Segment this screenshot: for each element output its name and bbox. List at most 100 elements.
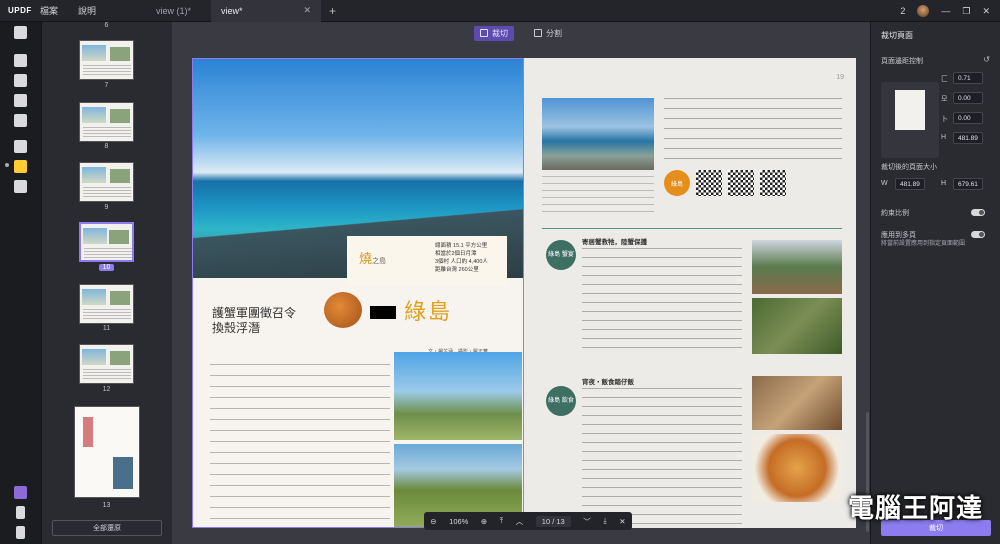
thumb-number: 13 [102, 502, 111, 509]
page-right: 19 綠島 綠島 蟹宴 寄居蟹救牠，陸蟹保護 綠島 飲食 宵夜・飯食踏仔飯 [524, 58, 856, 528]
close-bar-icon[interactable]: ✕ [619, 517, 625, 526]
last-page-icon[interactable]: ⤓ [603, 516, 606, 526]
thumb-text [83, 187, 131, 199]
page-count-badge[interactable]: 2 [900, 6, 905, 16]
reader-icon[interactable] [14, 26, 27, 39]
thumb-image [110, 169, 130, 183]
thumb-image [82, 167, 106, 183]
thumbnail-page-7[interactable] [79, 40, 134, 80]
thumb-image [82, 107, 106, 123]
reset-icon[interactable]: ↺ [983, 55, 990, 64]
section-badge: 綠島 蟹宴 [546, 240, 576, 270]
zoom-in-icon[interactable]: ⊕ [481, 517, 487, 526]
apply-all-label: 應用到多頁 [881, 232, 916, 239]
thumbnail-page-12[interactable] [79, 344, 134, 384]
tab-label: view* [221, 5, 243, 16]
thumb-number: 7 [104, 82, 109, 89]
watermark-logo: 電腦王阿達 [848, 494, 984, 524]
intro-text-block [664, 98, 842, 166]
avatar[interactable] [917, 5, 930, 17]
margin-top-field[interactable]: 0.00 [953, 92, 983, 104]
section-divider [542, 228, 842, 229]
margin-bottom-field[interactable]: 481.89 [953, 132, 983, 144]
title-bar: UPDF 檔案 說明 view (1)* view* ✕ + 2 — ❐ ✕ [0, 0, 1000, 22]
section-text-block [582, 388, 742, 526]
thumb-text [83, 309, 131, 321]
margin-right-field[interactable]: 0.00 [953, 112, 983, 124]
height-field[interactable]: 679.61 [953, 178, 983, 190]
app-window: UPDF 檔案 說明 view (1)* view* ✕ + 2 — ❐ ✕ 6… [0, 0, 1000, 544]
crop-box-handles[interactable] [192, 58, 524, 528]
margin-left-field[interactable]: 0.71 [953, 72, 983, 84]
thumb-image [110, 291, 130, 305]
width-label: W [881, 180, 888, 187]
constrain-ratio-toggle[interactable] [971, 209, 985, 216]
add-tab-button[interactable]: + [321, 4, 344, 18]
reset-all-button[interactable]: 全部還原 [52, 520, 162, 536]
minimize-icon[interactable]: — [941, 6, 950, 16]
maximize-icon[interactable]: ❐ [962, 6, 970, 17]
thumb-text [83, 65, 131, 77]
prev-page-icon[interactable]: ︿ [516, 516, 524, 527]
document-canvas[interactable]: 裁切 分割 燒之島 總面積 15.1 平方公里 相當於2個日月潭 3個村 人口約… [172, 22, 870, 544]
crop-settings-panel: 裁切頁面 頁面邊距控制 ↺ 匚 0.71 모 0.00 卜 0.00 H 481… [870, 22, 1000, 544]
thumb-number: 11 [102, 325, 111, 332]
photo-dish [752, 376, 842, 430]
thumb-image [110, 109, 130, 123]
next-page-icon[interactable]: ﹀ [583, 516, 591, 527]
crop-icon [480, 29, 488, 37]
thumb-image [113, 457, 133, 489]
section-heading: 宵夜・飯食踏仔飯 [582, 379, 634, 386]
thumb-number-label: 10 [98, 264, 115, 271]
split-mode-button[interactable]: 分割 [528, 26, 568, 41]
tool-rail [0, 22, 42, 544]
thumb-number: 12 [102, 386, 111, 393]
thumbnail-page-9[interactable] [79, 162, 134, 202]
photo-people-beach [752, 240, 842, 294]
menu-help[interactable]: 說明 [68, 4, 106, 17]
attachment-icon[interactable] [16, 526, 25, 539]
menu-file[interactable]: 檔案 [30, 4, 68, 17]
zoom-bar: ⊖ 106% ⊕ ⤒ ︿ 10 / 13 ﹀ ⤓ ✕ [424, 512, 632, 530]
crop-tool-icon[interactable] [14, 160, 27, 173]
edit-icon[interactable] [14, 74, 27, 87]
size-section-label: 裁切後的頁面大小 [881, 164, 937, 171]
constrain-ratio-label: 約束比例 [881, 210, 909, 217]
first-page-icon[interactable]: ⤒ [500, 516, 503, 526]
section-heading: 寄居蟹救牠，陸蟹保護 [582, 239, 647, 246]
organize-icon[interactable] [14, 140, 27, 153]
preview-page [895, 90, 925, 130]
tab-view[interactable]: view* ✕ [211, 0, 322, 22]
bookmark-icon[interactable] [16, 506, 25, 519]
pages-icon[interactable] [14, 180, 27, 193]
form-icon[interactable] [14, 94, 27, 107]
tab-view-1[interactable]: view (1)* [146, 0, 201, 22]
thumb-image [109, 230, 129, 244]
close-window-icon[interactable]: ✕ [982, 6, 990, 17]
section-text-block [582, 248, 742, 356]
indicator-dot [5, 163, 9, 167]
page-indicator[interactable]: 10 / 13 [535, 515, 571, 527]
thumbnail-page-13[interactable] [74, 406, 140, 498]
crop-mode-label: 裁切 [492, 28, 508, 38]
margin-top-icon: 모 [941, 96, 948, 103]
zoom-level[interactable]: 106% [449, 517, 468, 526]
layers-icon[interactable] [14, 486, 27, 499]
zoom-out-icon[interactable]: ⊖ [430, 517, 436, 526]
thumb-number: 8 [104, 143, 109, 150]
comment-icon[interactable] [14, 54, 27, 67]
caption-text-block [542, 176, 654, 212]
apply-all-toggle[interactable] [971, 231, 985, 238]
thumbnail-page-11[interactable] [79, 284, 134, 324]
margin-left-icon: 匚 [941, 76, 948, 83]
protect-icon[interactable] [14, 114, 27, 127]
crop-mode-button[interactable]: 裁切 [474, 25, 514, 41]
island-badge: 綠島 [664, 170, 690, 196]
thumb-text [83, 127, 131, 139]
thumbnail-page-10[interactable] [79, 222, 134, 262]
thumb-image [82, 45, 106, 61]
close-tab-icon[interactable]: ✕ [304, 5, 312, 16]
qr-code-icon [760, 170, 786, 196]
thumbnail-page-8[interactable] [79, 102, 134, 142]
width-field[interactable]: 481.89 [895, 178, 925, 190]
